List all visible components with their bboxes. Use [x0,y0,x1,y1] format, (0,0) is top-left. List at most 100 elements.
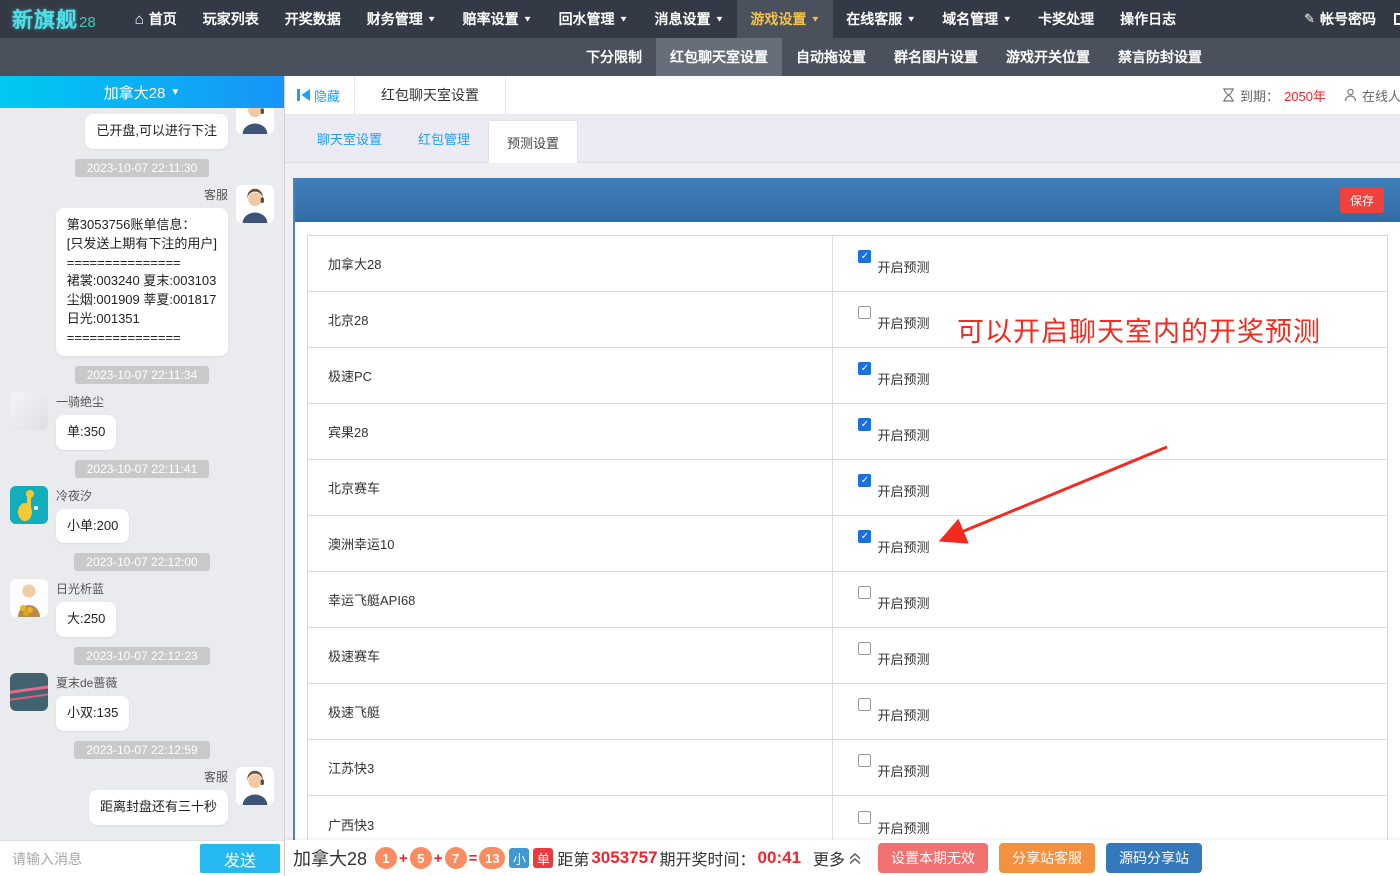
enable-predict-label: 开启预测 [877,705,929,724]
action-button-分享站客服[interactable]: 分享站客服 [999,843,1095,873]
message-bubble: 小双:135 [56,696,129,731]
tab-预测设置[interactable]: 预测设置 [488,120,578,163]
send-button[interactable]: 发送 [200,844,280,873]
enable-predict-checkbox[interactable] [858,642,871,655]
chat-timestamp-row: 2023-10-07 22:11:41 [10,460,274,478]
size-badge: 小 [509,848,529,868]
enable-predict-checkbox[interactable] [858,474,871,487]
room-selector[interactable]: 加拿大28 ▼ [0,76,284,108]
logout-button[interactable] [1392,11,1400,27]
chat-timestamp: 2023-10-07 22:12:00 [74,553,209,571]
collapse-left-icon [297,89,310,101]
nav-item-财务管理[interactable]: 财务管理 ▼ [354,0,450,38]
nav-item-消息设置[interactable]: 消息设置▼ [641,0,737,38]
save-button[interactable]: 保存 [1340,187,1384,213]
tab-红包管理[interactable]: 红包管理 [400,115,488,162]
subnav-item-自动拖设置[interactable]: 自动拖设置 [782,38,880,76]
enable-predict-checkbox[interactable] [858,418,871,431]
period-prefix: 距第 [557,846,589,870]
enable-predict-label: 开启预测 [877,818,929,837]
action-button-设置本期无效[interactable]: 设置本期无效 [878,843,988,873]
nav-item-操作日志[interactable]: 操作日志 [1107,0,1189,38]
more-button[interactable]: 更多 [813,846,861,870]
subnav-item-禁言防封设置[interactable]: 禁言防封设置 [1104,38,1216,76]
nav-item-开奖数据[interactable]: 开奖数据 [272,0,354,38]
game-name-cell: 加拿大28 [308,236,833,291]
enable-predict-checkbox[interactable] [858,698,871,711]
enable-predict-label: 开启预测 [877,593,929,612]
subnav-item-下分限制[interactable]: 下分限制 [572,38,656,76]
page-tab-redpacket-chatroom[interactable]: 红包聊天室设置 [354,76,506,114]
avatar [10,486,48,524]
chat-message: 客服第3053756账单信息： [只发送上期有下注的用户] ==========… [10,185,274,356]
tab-聊天室设置[interactable]: 聊天室设置 [299,115,400,162]
game-name-cell: 幸运飞艇API68 [308,572,833,627]
game-name-cell: 澳洲幸运10 [308,516,833,571]
nav-item-label: 开奖数据 [285,9,341,29]
annotation-text: 可以开启聊天室内的开奖预测 [957,310,1321,349]
nav-item-label: 赔率设置 [463,9,519,29]
chat-timestamp-row: 2023-10-07 22:11:30 [10,159,274,177]
table-row: 江苏快3开启预测 [308,740,1387,796]
predict-toggle-cell: 开启预测 [833,572,1387,627]
chevron-down-icon: ▼ [1002,15,1012,24]
double-chevron-up-icon [849,852,861,865]
account-password-label: 帐号密码 [1320,9,1376,29]
predict-toggle-cell: 开启预测 [833,684,1387,739]
home-icon: ⌂ [135,11,144,28]
hide-sidebar-button[interactable]: 隐藏 [297,86,340,105]
table-row: 北京赛车开启预测 [308,460,1387,516]
game-name-cell: 广西快3 [308,796,833,840]
chat-message: 冷夜汐小单:200 [10,486,274,544]
nav-item-label: 玩家列表 [203,9,259,29]
chevron-down-icon: ▼ [427,15,437,24]
enable-predict-checkbox[interactable] [858,586,871,599]
table-row: 加拿大28 开启预测 [308,236,1387,292]
chat-timestamp: 2023-10-07 22:12:23 [74,647,209,665]
chat-input-bar: 发送 [0,840,284,876]
nav-item-label: 财务管理 [367,9,423,29]
enable-predict-checkbox[interactable] [858,250,871,263]
chat-message-list: 已开盘,可以进行下注2023-10-07 22:11:30客服第3053756账… [0,108,284,840]
draw-number: 1 [375,847,397,869]
enable-predict-checkbox[interactable] [858,811,871,824]
subnav-item-群名图片设置[interactable]: 群名图片设置 [880,38,992,76]
nav-item-域名管理[interactable]: 域名管理▼ [929,0,1025,38]
sub-nav: 下分限制红包聊天室设置自动拖设置群名图片设置游戏开关位置禁言防封设置 [0,38,1400,76]
top-nav: 新旗舰 28 ⌂首页玩家列表开奖数据财务管理▼赔率设置▼回水管理▼消息设置▼游戏… [0,0,1400,38]
nav-item-首页[interactable]: ⌂首页 [122,0,190,38]
nav-item-卡奖处理[interactable]: 卡奖处理 [1025,0,1107,38]
avatar [10,579,48,617]
subnav-item-红包聊天室设置[interactable]: 红包聊天室设置 [656,38,782,76]
more-label: 更多 [813,846,845,870]
avatar [10,392,48,430]
enable-predict-checkbox[interactable] [858,306,871,319]
game-name-cell: 极速赛车 [308,628,833,683]
plus-sign: + [399,850,408,867]
nav-item-赔率设置[interactable]: 赔率设置▼ [450,0,546,38]
brand-suffix: 28 [79,14,96,31]
subnav-item-游戏开关位置[interactable]: 游戏开关位置 [992,38,1104,76]
nav-item-回水管理[interactable]: 回水管理▼ [546,0,642,38]
chat-input[interactable] [12,851,194,867]
action-button-源码分享站[interactable]: 源码分享站 [1106,843,1202,873]
message-sender-name: 日光析蓝 [56,580,116,597]
enable-predict-checkbox[interactable] [858,362,871,375]
enable-predict-label: 开启预测 [877,481,929,500]
enable-predict-checkbox[interactable] [858,754,871,767]
enable-predict-label: 开启预测 [877,257,929,276]
nav-item-玩家列表[interactable]: 玩家列表 [190,0,272,38]
enable-predict-label: 开启预测 [877,425,929,444]
plus-sign: + [434,850,443,867]
person-icon [1344,88,1357,102]
enable-predict-checkbox[interactable] [858,530,871,543]
account-password-link[interactable]: ✎ 帐号密码 [1304,9,1376,29]
draw-status-bar: 加拿大28 1+5+7=13 小 单 距第 3053757 期开奖时间： 00:… [285,840,1400,876]
brand-name: 新旗舰 [12,4,78,34]
nav-item-游戏设置[interactable]: 游戏设置▼ [737,0,833,38]
nav-item-在线客服[interactable]: 在线客服▼ [833,0,929,38]
game-name-cell: 宾果28 [308,404,833,459]
table-row: 极速PC开启预测 [308,348,1387,404]
current-game-name: 加拿大28 [293,845,367,871]
predict-toggle-cell: 开启预测 [833,796,1387,840]
